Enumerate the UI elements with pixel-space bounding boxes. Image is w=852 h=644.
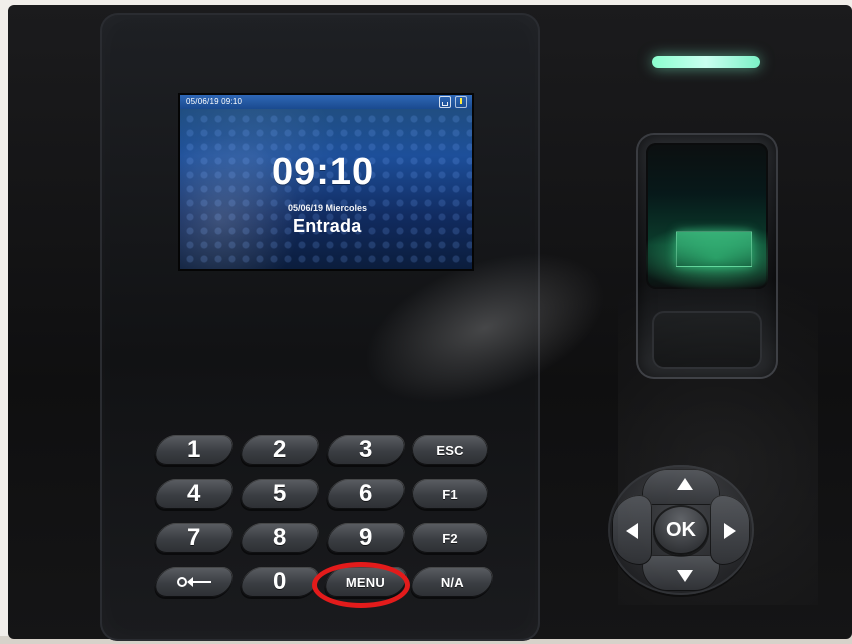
dot-icon [177,577,187,587]
time-clock-device: 05/06/19 09:10 09:10 05/06/19 Miercoles … [8,5,852,641]
key-f1-label: F1 [442,486,458,502]
scanner-sensor [676,231,752,267]
key-backspace-icons [177,577,211,587]
key-8[interactable]: 8 [237,523,323,553]
network-icon [439,96,451,108]
status-led [652,56,760,68]
dpad-right-button[interactable] [710,495,750,565]
key-na-label: N/A [440,574,464,590]
key-6-label: 6 [359,480,373,507]
ok-label: OK [666,518,696,541]
dpad-up-button[interactable] [642,469,720,505]
down-arrow-icon [677,570,693,582]
clock-time: 09:10 [272,151,375,193]
ok-button[interactable]: OK [653,505,709,555]
key-f2-label: F2 [442,530,458,546]
key-na[interactable]: N/A [407,567,497,597]
device-photo: 05/06/19 09:10 09:10 05/06/19 Miercoles … [0,0,852,644]
key-3[interactable]: 3 [323,435,409,465]
key-f2[interactable]: F2 [412,523,488,553]
clock-date: 05/06/19 Miercoles [288,203,368,213]
key-2-label: 2 [273,436,287,463]
key-9[interactable]: 9 [323,523,409,553]
fingerprint-scanner [636,133,778,379]
key-1-label: 1 [187,436,201,463]
navigation-dpad: OK [608,465,754,595]
key-esc[interactable]: ESC [412,435,488,465]
key-5-label: 5 [273,480,287,507]
back-arrow-icon [193,581,211,583]
dpad-down-button[interactable] [642,555,720,591]
key-f1[interactable]: F1 [412,479,488,509]
status-datetime: 05/06/19 09:10 [186,97,243,106]
up-arrow-icon [677,478,693,490]
key-6[interactable]: 6 [323,479,409,509]
menu-highlight-circle [312,562,410,608]
status-bar: 05/06/19 09:10 [180,95,472,109]
dpad-left-button[interactable] [612,495,652,565]
key-7-label: 7 [187,524,201,551]
key-0[interactable]: 0 [237,567,323,597]
dpad-ring [608,465,754,595]
key-4[interactable]: 4 [151,479,237,509]
left-arrow-icon [626,523,638,539]
key-8-label: 8 [273,524,287,551]
key-3-label: 3 [359,436,373,463]
key-9-label: 9 [359,524,373,551]
alert-icon [455,96,467,108]
scanner-bottom-pad [652,311,762,369]
scanner-glow [646,223,768,289]
lcd-screen: 05/06/19 09:10 09:10 05/06/19 Miercoles … [178,93,474,271]
key-7[interactable]: 7 [151,523,237,553]
punch-mode: Entrada [293,216,362,236]
scanner-window [646,143,768,289]
key-2[interactable]: 2 [237,435,323,465]
key-4-label: 4 [187,480,201,507]
key-0-label: 0 [273,568,287,595]
right-arrow-icon [724,523,736,539]
status-icons [439,96,467,108]
key-1[interactable]: 1 [151,435,237,465]
key-5[interactable]: 5 [237,479,323,509]
key-esc-label: ESC [436,442,464,458]
key-backspace[interactable] [151,567,237,597]
